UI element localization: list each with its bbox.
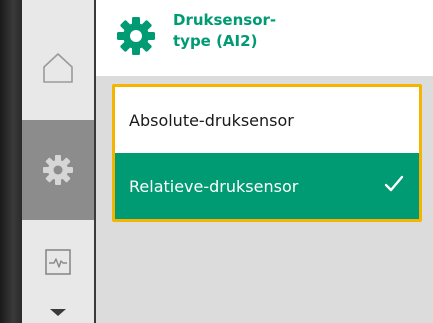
sidebar-item-settings[interactable]: [22, 120, 94, 220]
chevron-down-icon: [50, 308, 66, 316]
option-label: Relatieve-druksensor: [129, 176, 299, 196]
gear-icon: [117, 17, 155, 55]
sidebar-item-home[interactable]: [22, 18, 94, 118]
gear-icon: [43, 155, 73, 185]
checkmark-icon: [384, 175, 404, 192]
option-label: Absolute-druksensor: [129, 110, 294, 130]
page-title: Druksensor- type (AI2): [173, 11, 277, 50]
device-bezel: [0, 0, 22, 323]
option-relative-pressure-sensor[interactable]: Relatieve-druksensor: [115, 153, 419, 219]
page-header: Druksensor- type (AI2): [96, 0, 433, 76]
pulse-monitor-icon: [45, 249, 71, 275]
sidebar: [22, 0, 96, 323]
main-panel: Druksensor- type (AI2) Absolute-druksens…: [96, 0, 433, 323]
sidebar-item-diagnostics[interactable]: [22, 222, 94, 302]
home-icon: [43, 53, 73, 83]
option-absolute-pressure-sensor[interactable]: Absolute-druksensor: [115, 87, 419, 153]
sidebar-more-indicator[interactable]: [22, 302, 94, 323]
option-list: Absolute-druksensor Relatieve-druksensor: [112, 84, 422, 222]
